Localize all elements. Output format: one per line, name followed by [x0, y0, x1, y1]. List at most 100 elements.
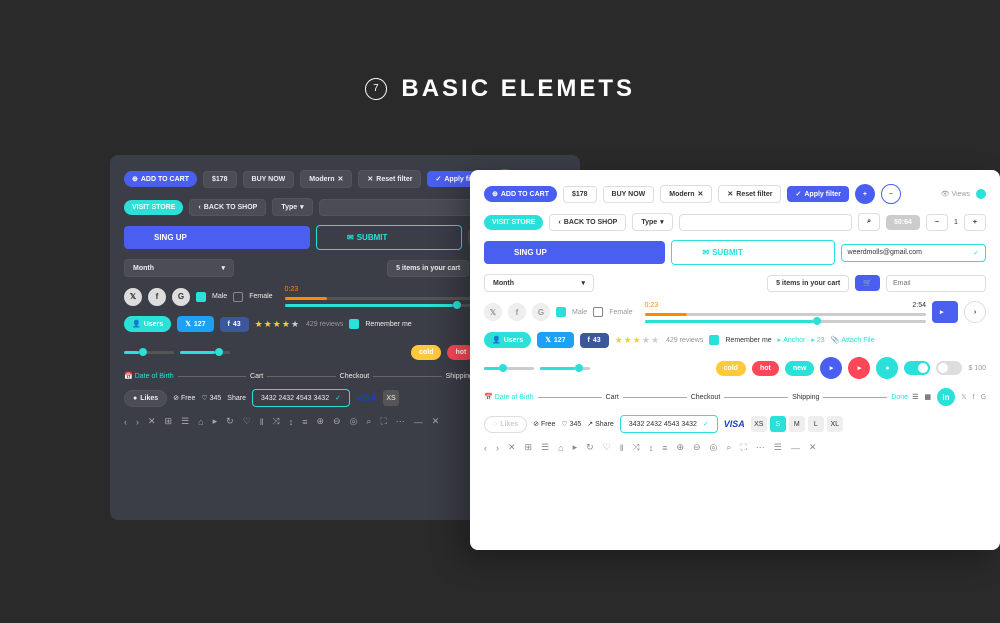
visit-store-button[interactable]: VISIT STORE — [124, 200, 183, 215]
submit-button[interactable]: ✉ SUBMIT — [671, 240, 834, 265]
likes-button[interactable]: ● Likes — [124, 390, 167, 407]
back-to-shop-button[interactable]: ‹ BACK TO SHOP — [549, 214, 626, 231]
twitter-icon[interactable]: 𝕏 — [484, 303, 502, 321]
male-checkbox[interactable] — [556, 307, 566, 317]
step-done[interactable]: Done — [891, 394, 908, 401]
remember-checkbox[interactable] — [349, 319, 359, 329]
fb-count[interactable]: f 43 — [220, 317, 249, 332]
volume-slider[interactable] — [645, 320, 926, 323]
twitter-count[interactable]: 𝕏 127 — [177, 316, 213, 332]
users-button[interactable]: 👤 Users — [484, 332, 531, 348]
facebook-icon[interactable]: f — [508, 303, 526, 321]
visit-store-button[interactable]: VISIT STORE — [484, 215, 543, 230]
facebook-icon[interactable]: f — [148, 288, 166, 306]
add-to-cart-button[interactable]: ⊕ADD TO CART — [484, 186, 557, 202]
grid-view-icon[interactable]: ▦ — [924, 393, 931, 401]
social-g-icon[interactable]: G — [981, 394, 986, 401]
qty-minus[interactable]: − — [926, 214, 948, 231]
tag-modern[interactable]: Modern ✕ — [660, 185, 712, 203]
card-number-field[interactable]: 3432 2432 4543 3432✓ — [620, 415, 718, 433]
step-cart[interactable]: Cart — [606, 394, 619, 401]
buy-now-button[interactable]: BUY NOW — [243, 171, 295, 188]
twitter-icon[interactable]: 𝕏 — [124, 288, 142, 306]
month-select[interactable]: Month ▾ — [484, 274, 594, 292]
step-checkout[interactable]: Checkout — [691, 394, 721, 401]
tag-hot[interactable]: hot — [752, 361, 779, 376]
section-title: BASIC ELEMETS — [401, 75, 635, 103]
email-field[interactable]: weerdmolls@gmail.com✓ — [841, 244, 986, 262]
mini-slider-2[interactable] — [540, 367, 590, 370]
in-icon[interactable]: in — [937, 388, 955, 406]
apply-filter-button[interactable]: ✓ Apply filter — [787, 186, 848, 202]
circle-cyan[interactable]: ● — [876, 357, 898, 379]
size-l[interactable]: L — [808, 416, 824, 432]
toggle-on[interactable] — [904, 361, 930, 375]
google-icon[interactable]: G — [172, 288, 190, 306]
progress-slider[interactable] — [645, 313, 926, 316]
tag-cold[interactable]: cold — [716, 361, 746, 376]
mini-slider-2[interactable] — [180, 351, 230, 354]
play-button[interactable]: ▸ — [932, 301, 958, 323]
circle-blue[interactable]: ▸ — [820, 357, 842, 379]
female-checkbox[interactable] — [593, 307, 603, 317]
users-button[interactable]: 👤 Users — [124, 316, 171, 332]
twitter-count[interactable]: 𝕏 127 — [537, 332, 573, 348]
list-view-icon[interactable]: ☰ — [912, 393, 918, 401]
size-xs[interactable]: XS — [383, 390, 399, 406]
attach-link[interactable]: 📎 Attach File — [831, 336, 875, 344]
card-number-field[interactable]: 3432 2432 4543 3432✓ — [252, 389, 350, 407]
size-xl[interactable]: XL — [827, 416, 843, 432]
buy-now-button[interactable]: BUY NOW — [603, 186, 655, 203]
signup-button[interactable]: SING UP — [484, 241, 665, 264]
anchor-link[interactable]: ▸ Anchor — [778, 336, 806, 344]
tag-modern[interactable]: Modern ✕ — [300, 170, 352, 188]
cart-icon[interactable]: 🛒 — [855, 275, 880, 291]
step-checkout[interactable]: Checkout — [340, 373, 370, 380]
month-select[interactable]: Month ▾ — [124, 259, 234, 277]
reset-filter-button[interactable]: ✕ Reset filter — [718, 185, 781, 203]
step-shipping[interactable]: Shipping — [446, 373, 473, 380]
add-icon[interactable]: + — [855, 184, 875, 204]
likes-button[interactable]: ○ Likes — [484, 416, 527, 433]
dot-icon — [976, 189, 986, 199]
p23-link[interactable]: ▸ 23 — [811, 336, 824, 344]
circle-red[interactable]: ▸ — [848, 357, 870, 379]
back-to-shop-button[interactable]: ‹ BACK TO SHOP — [189, 199, 266, 216]
mini-slider-1[interactable] — [124, 351, 174, 354]
search-icon[interactable]: ⌕ — [858, 213, 880, 231]
star-rating[interactable]: ★★★★★ — [255, 319, 300, 330]
submit-button[interactable]: ✉ SUBMIT — [316, 225, 462, 250]
star-rating[interactable]: ★★★★★ — [615, 335, 660, 346]
email-input[interactable] — [886, 275, 986, 292]
add-to-cart-button[interactable]: ⊕ADD TO CART — [124, 171, 197, 187]
step-cart[interactable]: Cart — [250, 373, 263, 380]
dob-label: 📅 Date of Birth — [124, 372, 174, 380]
type-select[interactable]: Type ▾ — [272, 198, 312, 216]
toggle-off[interactable] — [936, 361, 962, 375]
price-label: $ 100 — [968, 365, 986, 372]
minus-icon[interactable]: − — [881, 184, 901, 204]
cart-items[interactable]: 5 items in your cart — [767, 275, 849, 292]
cart-items[interactable]: 5 items in your cart — [387, 260, 469, 277]
qty-plus[interactable]: + — [964, 214, 986, 231]
google-icon[interactable]: G — [532, 303, 550, 321]
light-theme-panel: ⊕ADD TO CART $178 BUY NOW Modern ✕ ✕ Res… — [470, 170, 1000, 550]
social-t-icon[interactable]: 𝕏 — [961, 393, 967, 401]
tag-cold[interactable]: cold — [411, 345, 441, 360]
female-checkbox[interactable] — [233, 292, 243, 302]
search-input[interactable] — [679, 214, 852, 231]
tag-new[interactable]: new — [785, 361, 815, 376]
signup-button[interactable]: SING UP — [124, 226, 310, 249]
size-m[interactable]: M — [789, 416, 805, 432]
size-s[interactable]: S — [770, 416, 786, 432]
mini-slider-1[interactable] — [484, 367, 534, 370]
social-f-icon[interactable]: f — [973, 394, 975, 401]
remember-checkbox[interactable] — [709, 335, 719, 345]
reset-filter-button[interactable]: ✕ Reset filter — [358, 170, 421, 188]
type-select[interactable]: Type ▾ — [632, 213, 672, 231]
next-button[interactable]: › — [964, 301, 986, 323]
size-xs[interactable]: XS — [751, 416, 767, 432]
fb-count[interactable]: f 43 — [580, 333, 609, 348]
male-checkbox[interactable] — [196, 292, 206, 302]
step-shipping[interactable]: Shipping — [792, 394, 819, 401]
